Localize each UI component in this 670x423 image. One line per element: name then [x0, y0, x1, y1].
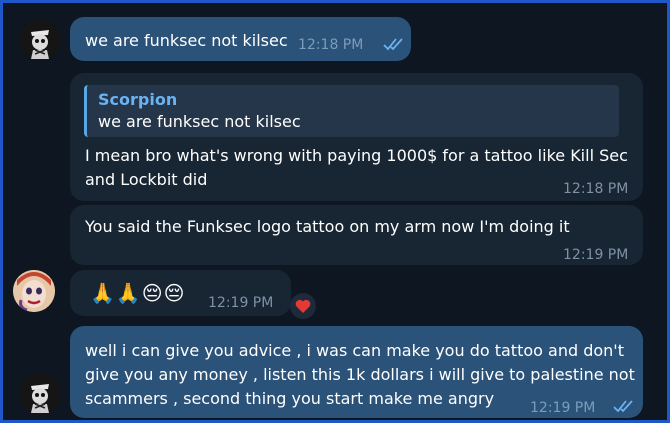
message-time: 12:18 PM — [563, 181, 629, 197]
reply-author: Scorpion — [98, 90, 178, 109]
emoji-reaction-text: 🙏🙏😔😔 — [90, 281, 186, 305]
clown-avatar-icon[interactable] — [13, 270, 55, 312]
skull-avatar-icon[interactable] — [19, 373, 61, 415]
double-check-icon — [613, 400, 633, 413]
message-bubble-2[interactable]: Scorpion we are funksec not kilsec I mea… — [70, 73, 643, 201]
message-bubble-5[interactable]: well i can give you advice , i was can m… — [70, 326, 643, 418]
message-bubble-1[interactable]: we are funksec not kilsec 12:18 PM — [70, 17, 411, 61]
reply-quote[interactable]: Scorpion we are funksec not kilsec — [84, 85, 619, 137]
reply-text: we are funksec not kilsec — [98, 112, 301, 131]
message-text: we are funksec not kilsec — [85, 31, 288, 50]
message-bubble-3[interactable]: You said the Funksec logo tattoo on my a… — [70, 205, 643, 265]
message-time: 12:19 PM — [208, 295, 274, 311]
message-text-line-1: well i can give you advice , i was can m… — [85, 341, 624, 360]
message-time: 12:19 PM — [530, 400, 596, 416]
double-check-icon — [383, 38, 403, 51]
message-bubble-4[interactable]: 🙏🙏😔😔 12:19 PM — [70, 270, 291, 316]
message-text-line-2: give you any money , listen this 1k doll… — [85, 365, 635, 384]
message-text-line-2: and Lockbit did — [85, 170, 208, 189]
heart-icon[interactable] — [290, 293, 316, 319]
skull-avatar-icon[interactable] — [19, 19, 61, 61]
chat-window: we are funksec not kilsec 12:18 PM Scorp… — [0, 0, 670, 423]
message-time: 12:19 PM — [563, 247, 629, 263]
message-time: 12:18 PM — [298, 37, 364, 53]
message-text-line-1: I mean bro what's wrong with paying 1000… — [85, 146, 628, 165]
message-text-line-3: scammers , second thing you start make m… — [85, 389, 495, 408]
message-text: You said the Funksec logo tattoo on my a… — [85, 217, 570, 236]
